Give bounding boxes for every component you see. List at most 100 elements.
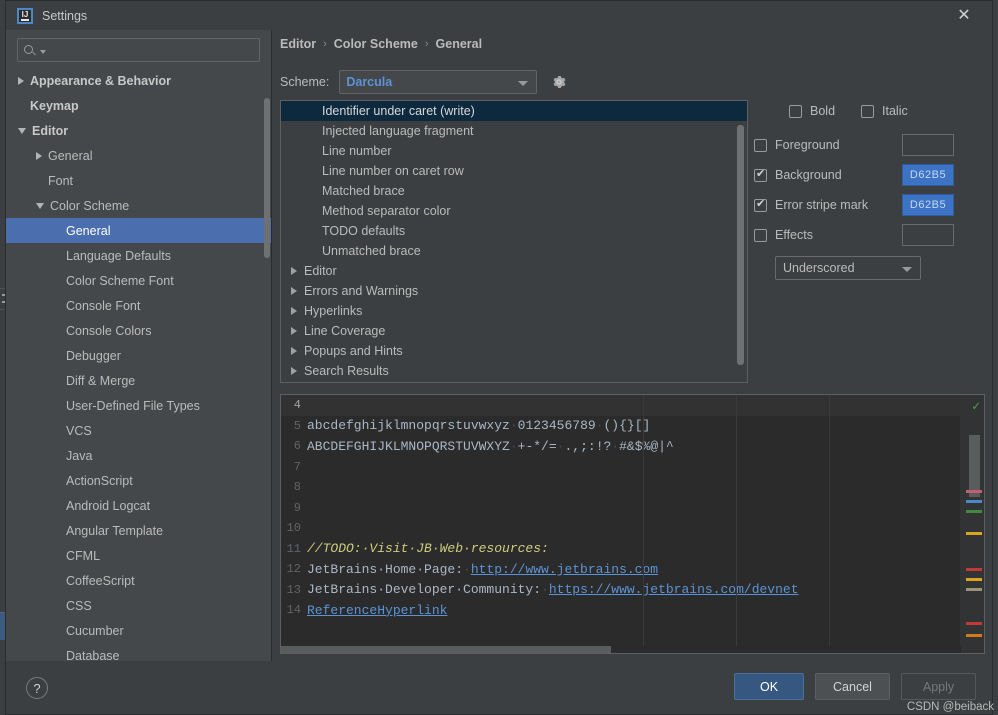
attribute-item[interactable]: Injected language fragment: [281, 121, 747, 141]
bold-checkbox-row[interactable]: Bold: [789, 100, 835, 122]
sidebar-item-appearance-behavior[interactable]: Appearance & Behavior: [6, 68, 271, 93]
preview-stripe-marker[interactable]: [966, 622, 982, 625]
sidebar-item-android-logcat[interactable]: Android Logcat: [6, 493, 271, 518]
attribute-item[interactable]: Line number: [281, 141, 747, 161]
attribute-item[interactable]: Line number on caret row: [281, 161, 747, 181]
color-attribute-list[interactable]: Identifier under caret (write) Injected l…: [280, 100, 748, 383]
chevron-right-icon[interactable]: [291, 307, 297, 315]
sidebar-item-coffeescript[interactable]: CoffeeScript: [6, 568, 271, 593]
sidebar-item-user-defined-file-types[interactable]: User-Defined File Types: [6, 393, 271, 418]
attribute-item[interactable]: Identifier under caret (write): [281, 101, 747, 121]
chevron-right-icon[interactable]: [291, 267, 297, 275]
error-stripe-checkbox-row[interactable]: Error stripe mark: [754, 197, 902, 212]
sidebar-item-debugger[interactable]: Debugger: [6, 343, 271, 368]
sidebar-item-general[interactable]: General: [6, 218, 271, 243]
attribute-item[interactable]: Unmatched brace: [281, 241, 747, 261]
sidebar-item-vcs[interactable]: VCS: [6, 418, 271, 443]
sidebar-item-cucumber[interactable]: Cucumber: [6, 618, 271, 643]
preview-scrollbar-thumb[interactable]: [969, 435, 980, 497]
effects-color-swatch[interactable]: [902, 224, 954, 246]
sidebar-item-keymap[interactable]: Keymap: [6, 93, 271, 118]
preview-token[interactable]: ReferenceHyperlink: [307, 603, 447, 618]
sidebar-item-color-scheme-font[interactable]: Color Scheme Font: [6, 268, 271, 293]
effects-checkbox[interactable]: [754, 228, 767, 242]
sidebar-item-editor[interactable]: Editor: [6, 118, 271, 143]
sidebar-item-database[interactable]: Database: [6, 643, 271, 663]
foreground-color-swatch[interactable]: [902, 134, 954, 156]
breadcrumb-part[interactable]: Color Scheme: [334, 37, 418, 51]
ok-button[interactable]: OK: [734, 673, 804, 700]
attribute-item[interactable]: Method separator color: [281, 201, 747, 221]
sidebar-item-java[interactable]: Java: [6, 443, 271, 468]
foreground-checkbox-row[interactable]: Foreground: [754, 138, 902, 152]
chevron-right-icon[interactable]: [291, 347, 297, 355]
preview-stripe-marker[interactable]: [966, 588, 982, 591]
attribute-item[interactable]: Popups and Hints: [281, 341, 747, 361]
preview-token[interactable]: https://www.jetbrains.com/devnet: [549, 582, 799, 597]
chevron-right-icon[interactable]: [291, 287, 297, 295]
dialog-title: Settings: [42, 8, 88, 23]
preview-stripe-marker[interactable]: [966, 532, 982, 535]
preview-stripe-marker[interactable]: [966, 568, 982, 571]
italic-checkbox[interactable]: [861, 104, 875, 118]
sidebar-item-diff-merge[interactable]: Diff & Merge: [6, 368, 271, 393]
chevron-down-icon[interactable]: [36, 202, 44, 209]
search-box[interactable]: [17, 38, 260, 62]
preview-stripe-marker[interactable]: [966, 634, 982, 637]
attribute-item[interactable]: TODO defaults: [281, 221, 747, 241]
editor-preview[interactable]: 4 5 abcdefghijklmnopqrstuvwxyz·0123456789·…: [280, 394, 985, 654]
sidebar-item-label: Cucumber: [66, 623, 124, 638]
sidebar-item-font[interactable]: Font: [6, 168, 271, 193]
sidebar-item-console-colors[interactable]: Console Colors: [6, 318, 271, 343]
chevron-right-icon[interactable]: [18, 76, 24, 85]
preview-stripe-marker[interactable]: [966, 578, 982, 581]
preview-marker-gutter[interactable]: ✓: [960, 395, 984, 653]
settings-dialog: IJ Settings ✕ Appearance & Behavior Keyma…: [5, 0, 993, 715]
sidebar-item-cfml[interactable]: CFML: [6, 543, 271, 568]
chevron-right-icon[interactable]: [291, 367, 297, 375]
effect-type-select[interactable]: Underscored: [775, 256, 921, 280]
scheme-select[interactable]: Darcula: [339, 70, 538, 94]
cancel-button[interactable]: Cancel: [815, 673, 890, 700]
sidebar-item-console-font[interactable]: Console Font: [6, 293, 271, 318]
effects-checkbox-row[interactable]: Effects: [754, 228, 902, 242]
attribute-item[interactable]: Search Results: [281, 361, 747, 381]
breadcrumb-part[interactable]: Editor: [280, 37, 316, 51]
preview-stripe-marker[interactable]: [966, 490, 982, 493]
preview-horizontal-scrollbar[interactable]: [281, 646, 961, 653]
apply-button[interactable]: Apply: [901, 673, 976, 700]
error-stripe-color-swatch[interactable]: D62B5: [902, 194, 954, 216]
attribute-item[interactable]: Hyperlinks: [281, 301, 747, 321]
attribute-item[interactable]: Matched brace: [281, 181, 747, 201]
help-button[interactable]: ?: [26, 677, 48, 699]
background-checkbox[interactable]: [754, 167, 767, 182]
sidebar-item-css[interactable]: CSS: [6, 593, 271, 618]
foreground-checkbox[interactable]: [754, 138, 767, 152]
close-icon[interactable]: ✕: [942, 1, 986, 30]
background-checkbox-row[interactable]: Background: [754, 167, 902, 182]
background-color-swatch[interactable]: D62B5: [902, 164, 954, 186]
preview-stripe-marker[interactable]: [966, 500, 982, 503]
chevron-right-icon[interactable]: [36, 151, 42, 160]
attribute-item[interactable]: Errors and Warnings: [281, 281, 747, 301]
sidebar-item-actionscript[interactable]: ActionScript: [6, 468, 271, 493]
bold-checkbox[interactable]: [789, 104, 802, 118]
breadcrumb-part[interactable]: General: [436, 37, 483, 51]
sidebar-item-general[interactable]: General: [6, 143, 271, 168]
attribute-list-scrollbar[interactable]: [737, 125, 744, 365]
search-input[interactable]: [46, 42, 253, 58]
italic-checkbox-row[interactable]: Italic: [861, 100, 908, 122]
chevron-right-icon[interactable]: [291, 327, 297, 335]
attribute-item[interactable]: Editor: [281, 261, 747, 281]
preview-hscroll-thumb[interactable]: [281, 646, 611, 653]
sidebar-scrollbar[interactable]: [264, 98, 270, 258]
preview-token[interactable]: http://www.jetbrains.com: [471, 562, 658, 577]
sidebar-item-angular-template[interactable]: Angular Template: [6, 518, 271, 543]
attribute-item[interactable]: Line Coverage: [281, 321, 747, 341]
preview-stripe-marker[interactable]: [966, 510, 982, 513]
sidebar-item-language-defaults[interactable]: Language Defaults: [6, 243, 271, 268]
chevron-down-icon[interactable]: [18, 127, 26, 134]
gear-icon[interactable]: [549, 72, 569, 92]
error-stripe-checkbox[interactable]: [754, 197, 767, 212]
sidebar-item-color-scheme[interactable]: Color Scheme: [6, 193, 271, 218]
